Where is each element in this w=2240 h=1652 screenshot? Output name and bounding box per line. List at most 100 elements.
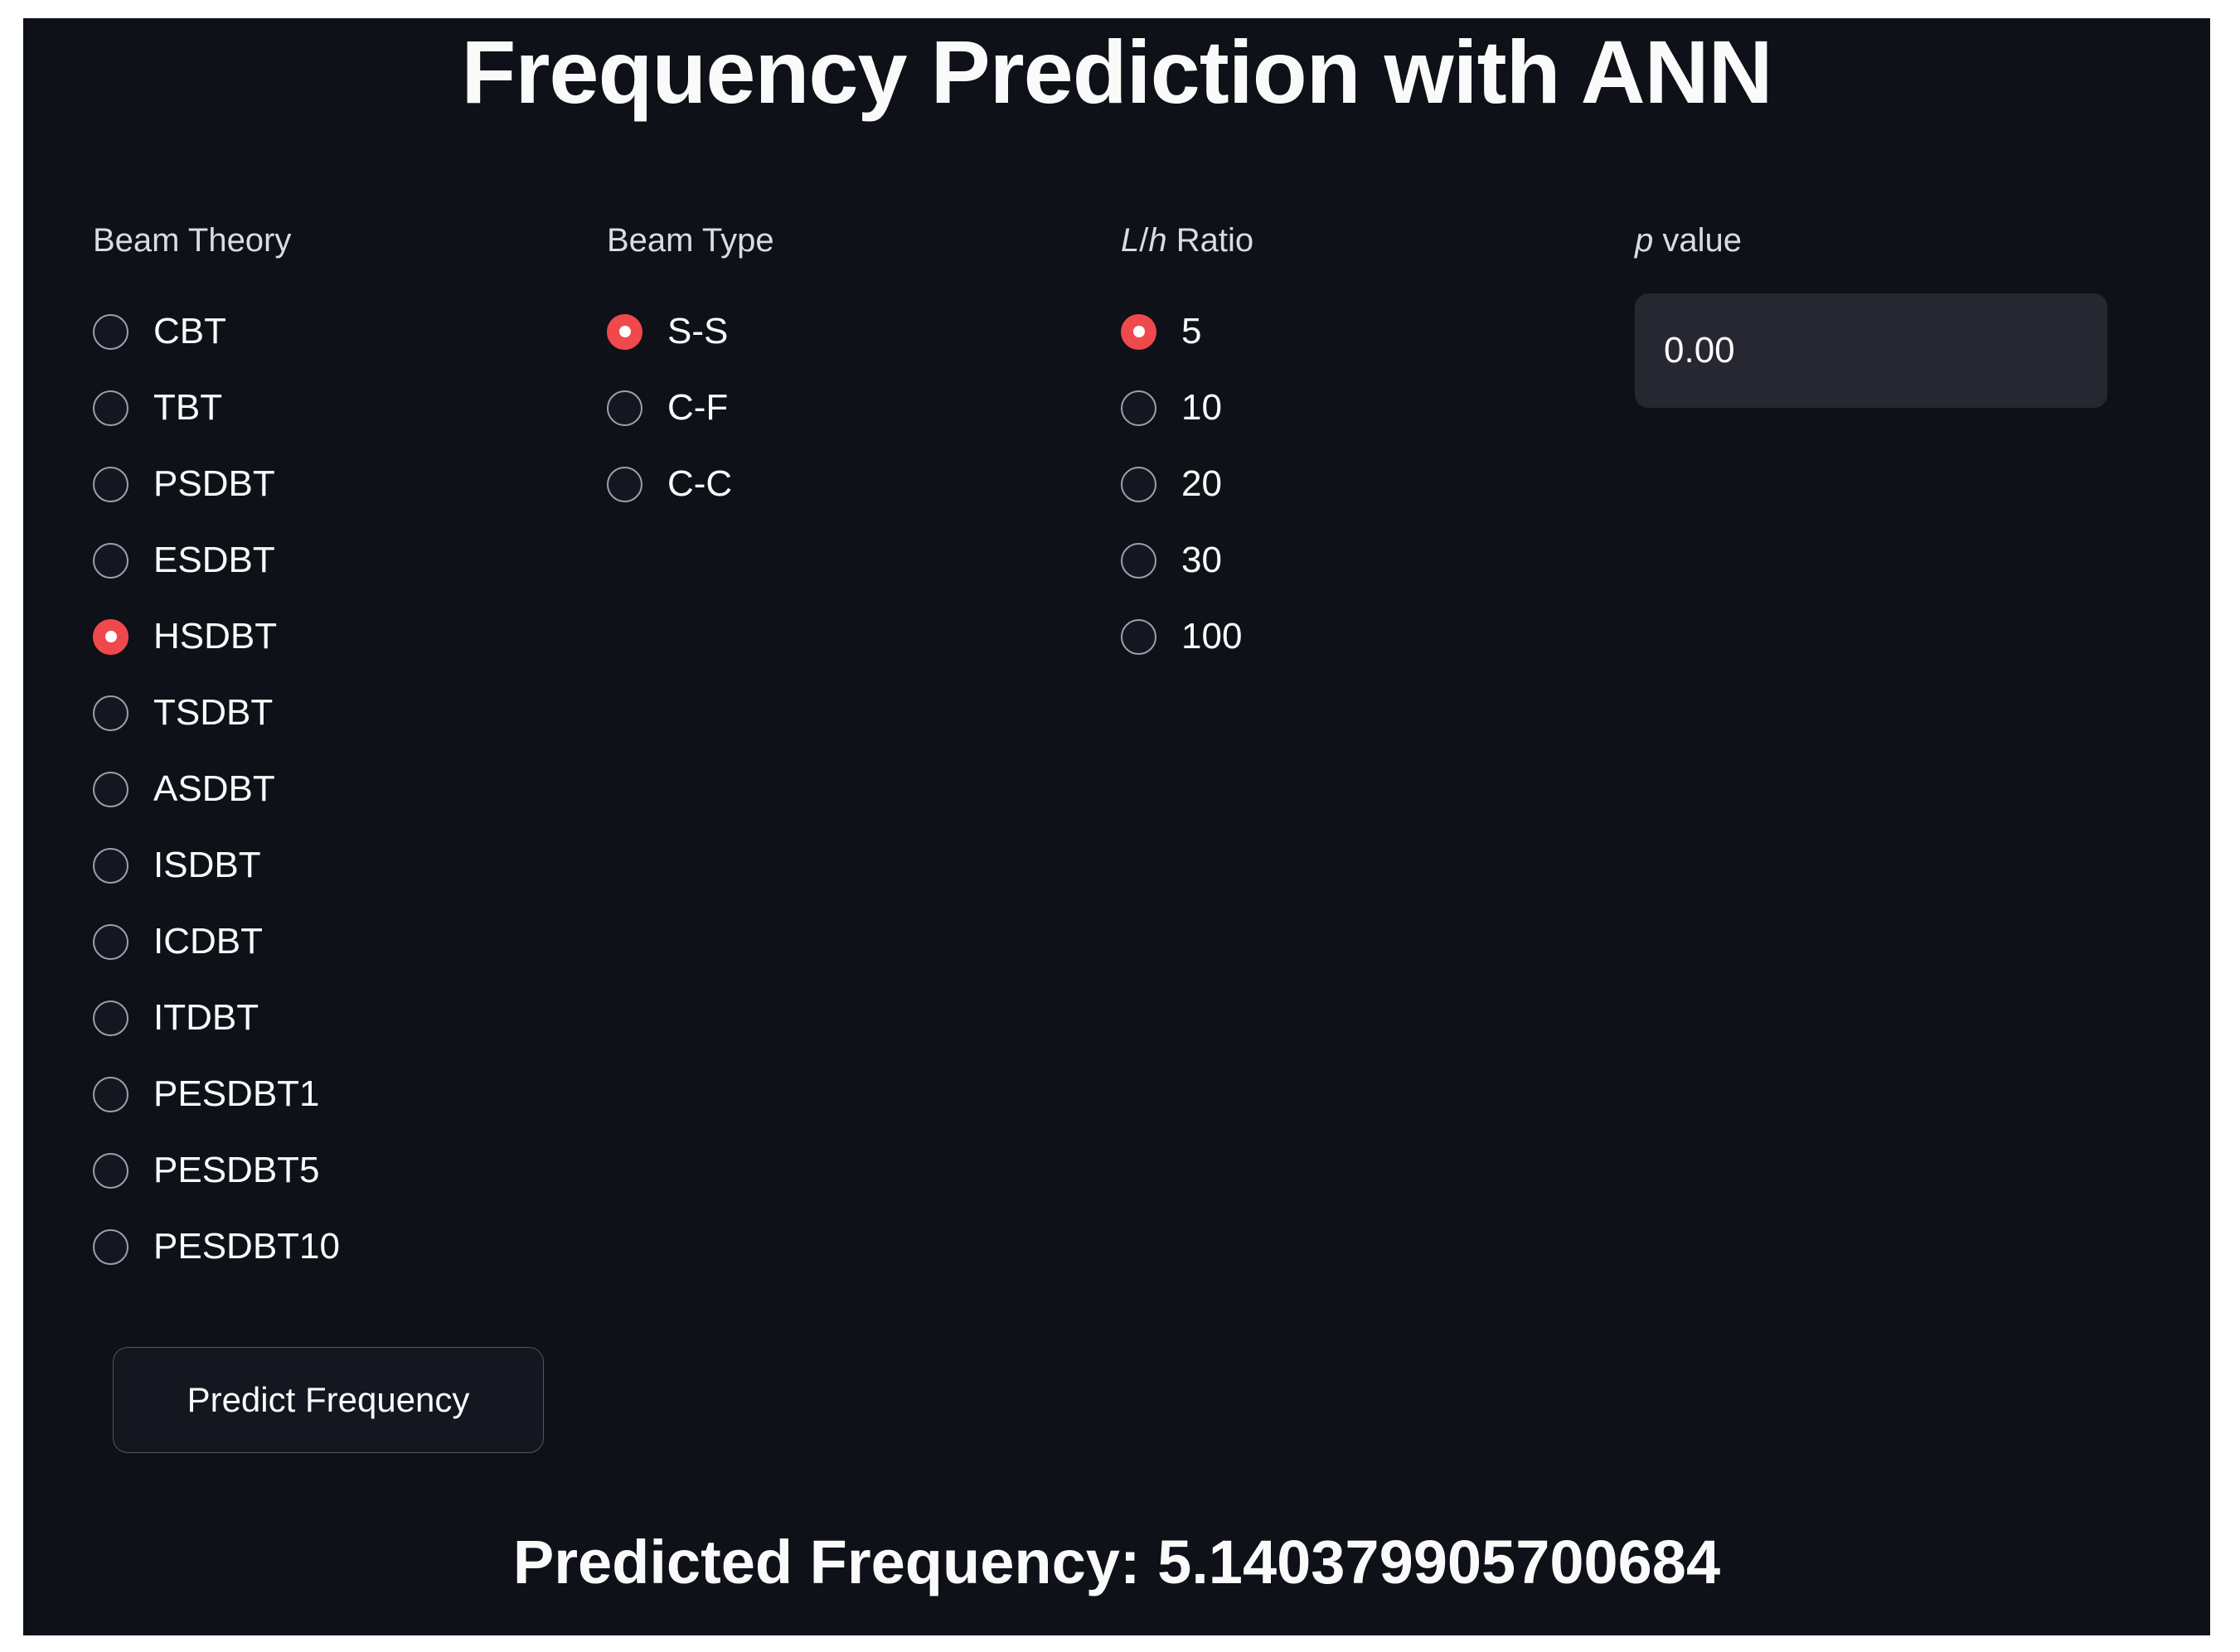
radio-dot-icon <box>1132 326 1145 337</box>
radio-icon[interactable] <box>1121 618 1156 655</box>
lh-ratio-label-L: L <box>1121 222 1140 259</box>
predicted-frequency-result: Predicted Frequency: 5.140379905700684 <box>512 1528 1721 1596</box>
radio-dot-icon <box>105 1165 117 1176</box>
radio-dot-icon <box>105 326 117 337</box>
lh-ratio-label-slash: / <box>1139 222 1149 259</box>
lh-ratio-option-20[interactable]: 20 <box>1121 446 1635 522</box>
radio-dot-icon <box>105 1012 117 1024</box>
beam-theory-option-tsdbt[interactable]: TSDBT <box>93 675 607 751</box>
radio-label: ISDBT <box>153 845 261 885</box>
beam-type-option-s-s[interactable]: S-S <box>607 293 1121 370</box>
page-title: Frequency Prediction with ANN <box>461 22 1772 122</box>
radio-dot-icon <box>105 936 117 947</box>
beam-theory-label: Beam Theory <box>93 222 292 259</box>
radio-icon[interactable] <box>93 1076 128 1112</box>
beam-theory-option-cbt[interactable]: CBT <box>93 293 607 370</box>
radio-dot-icon <box>105 707 117 719</box>
radio-dot-icon <box>1133 631 1145 642</box>
radio-icon[interactable] <box>1121 466 1156 502</box>
radio-dot-icon <box>105 402 117 414</box>
radio-label: ITDBT <box>153 997 259 1038</box>
app-panel: Frequency Prediction with ANN Beam Theor… <box>23 18 2210 1635</box>
beam-theory-option-asdbt[interactable]: ASDBT <box>93 751 607 827</box>
radio-icon[interactable] <box>607 466 642 502</box>
radio-icon[interactable] <box>93 695 128 731</box>
radio-icon[interactable] <box>93 1152 128 1189</box>
radio-icon[interactable] <box>93 771 128 807</box>
lh-ratio-option-10[interactable]: 10 <box>1121 370 1635 446</box>
beam-theory-option-isdbt[interactable]: ISDBT <box>93 827 607 904</box>
p-value-label-rest: value <box>1653 222 1742 259</box>
p-value-input-text: 0.00 <box>1664 330 1735 371</box>
radio-label: ESDBT <box>153 540 275 580</box>
beam-type-group: Beam Type S-S C-F C-C <box>607 224 1121 522</box>
radio-dot-icon <box>105 555 117 566</box>
radio-icon[interactable] <box>607 390 642 426</box>
radio-dot-icon <box>618 326 631 337</box>
radio-dot-icon <box>1133 555 1145 566</box>
lh-ratio-option-5[interactable]: 5 <box>1121 293 1635 370</box>
beam-theory-option-pesdbt10[interactable]: PESDBT10 <box>93 1209 607 1285</box>
beam-theory-option-hsdbt[interactable]: HSDBT <box>93 598 607 675</box>
radio-dot-icon <box>105 478 117 490</box>
radio-label: TBT <box>153 387 223 428</box>
predict-frequency-button[interactable]: Predict Frequency <box>113 1347 544 1453</box>
radio-label: ICDBT <box>153 921 263 962</box>
radio-icon[interactable] <box>93 542 128 579</box>
radio-label: PESDBT10 <box>153 1226 340 1267</box>
lh-ratio-label-h: h <box>1148 222 1167 259</box>
radio-icon[interactable] <box>93 1000 128 1036</box>
beam-type-radio-list[interactable]: S-S C-F C-C <box>607 293 1121 522</box>
radio-label: TSDBT <box>153 692 274 733</box>
beam-theory-option-icdbt[interactable]: ICDBT <box>93 904 607 980</box>
beam-theory-option-psdbt[interactable]: PSDBT <box>93 446 607 522</box>
lh-ratio-option-100[interactable]: 100 <box>1121 598 1635 675</box>
radio-icon[interactable] <box>1121 542 1156 579</box>
radio-dot-icon <box>105 1241 117 1252</box>
beam-theory-option-pesdbt5[interactable]: PESDBT5 <box>93 1132 607 1209</box>
beam-type-option-c-c[interactable]: C-C <box>607 446 1121 522</box>
radio-label: 20 <box>1181 463 1222 504</box>
lh-ratio-radio-list[interactable]: 5 10 20 30 100 <box>1121 293 1635 675</box>
radio-icon[interactable] <box>93 313 128 350</box>
radio-icon[interactable] <box>93 390 128 426</box>
radio-dot-icon <box>105 1088 117 1100</box>
p-value-label-p: p <box>1635 222 1654 259</box>
radio-label: C-C <box>667 463 733 504</box>
radio-icon[interactable] <box>93 847 128 884</box>
radio-label: 5 <box>1181 311 1202 351</box>
beam-theory-option-itdbt[interactable]: ITDBT <box>93 980 607 1056</box>
radio-icon[interactable] <box>93 466 128 502</box>
radio-label: C-F <box>667 387 729 428</box>
radio-label: 10 <box>1181 387 1222 428</box>
lh-ratio-label-rest: Ratio <box>1166 222 1254 259</box>
radio-label: S-S <box>667 311 729 351</box>
beam-theory-option-esdbt[interactable]: ESDBT <box>93 522 607 598</box>
beam-theory-option-pesdbt1[interactable]: PESDBT1 <box>93 1056 607 1132</box>
beam-type-label: Beam Type <box>607 222 774 259</box>
radio-icon[interactable] <box>1121 390 1156 426</box>
lh-ratio-group: L/h Ratio 5 10 20 30 100 <box>1121 224 1635 675</box>
radio-label: PSDBT <box>153 463 275 504</box>
beam-theory-option-tbt[interactable]: TBT <box>93 370 607 446</box>
radio-dot-icon <box>1133 478 1145 490</box>
radio-icon[interactable] <box>93 1228 128 1265</box>
radio-icon[interactable] <box>93 618 128 655</box>
input-columns: Beam Theory CBT TBT PSDBT ESDBT HSDBT TSDBT AS… <box>23 224 2210 1285</box>
radio-icon[interactable] <box>93 923 128 960</box>
radio-icon[interactable] <box>607 313 642 350</box>
p-value-input[interactable]: 0.00 <box>1635 293 2107 408</box>
beam-theory-group: Beam Theory CBT TBT PSDBT ESDBT HSDBT TSDBT AS… <box>93 224 607 1285</box>
beam-theory-radio-list[interactable]: CBT TBT PSDBT ESDBT HSDBT TSDBT ASDBT ISDBT ICDB… <box>93 293 607 1285</box>
radio-dot-icon <box>105 860 117 871</box>
lh-ratio-label: L/h Ratio <box>1121 224 1635 257</box>
radio-dot-icon <box>1133 402 1145 414</box>
radio-icon[interactable] <box>1121 313 1156 350</box>
radio-label: 100 <box>1181 616 1243 656</box>
radio-dot-icon <box>104 631 117 642</box>
p-value-label: p value <box>1635 224 2182 257</box>
radio-label: PESDBT5 <box>153 1150 320 1190</box>
beam-type-option-c-f[interactable]: C-F <box>607 370 1121 446</box>
lh-ratio-option-30[interactable]: 30 <box>1121 522 1635 598</box>
p-value-group: p value 0.00 <box>1635 224 2182 408</box>
